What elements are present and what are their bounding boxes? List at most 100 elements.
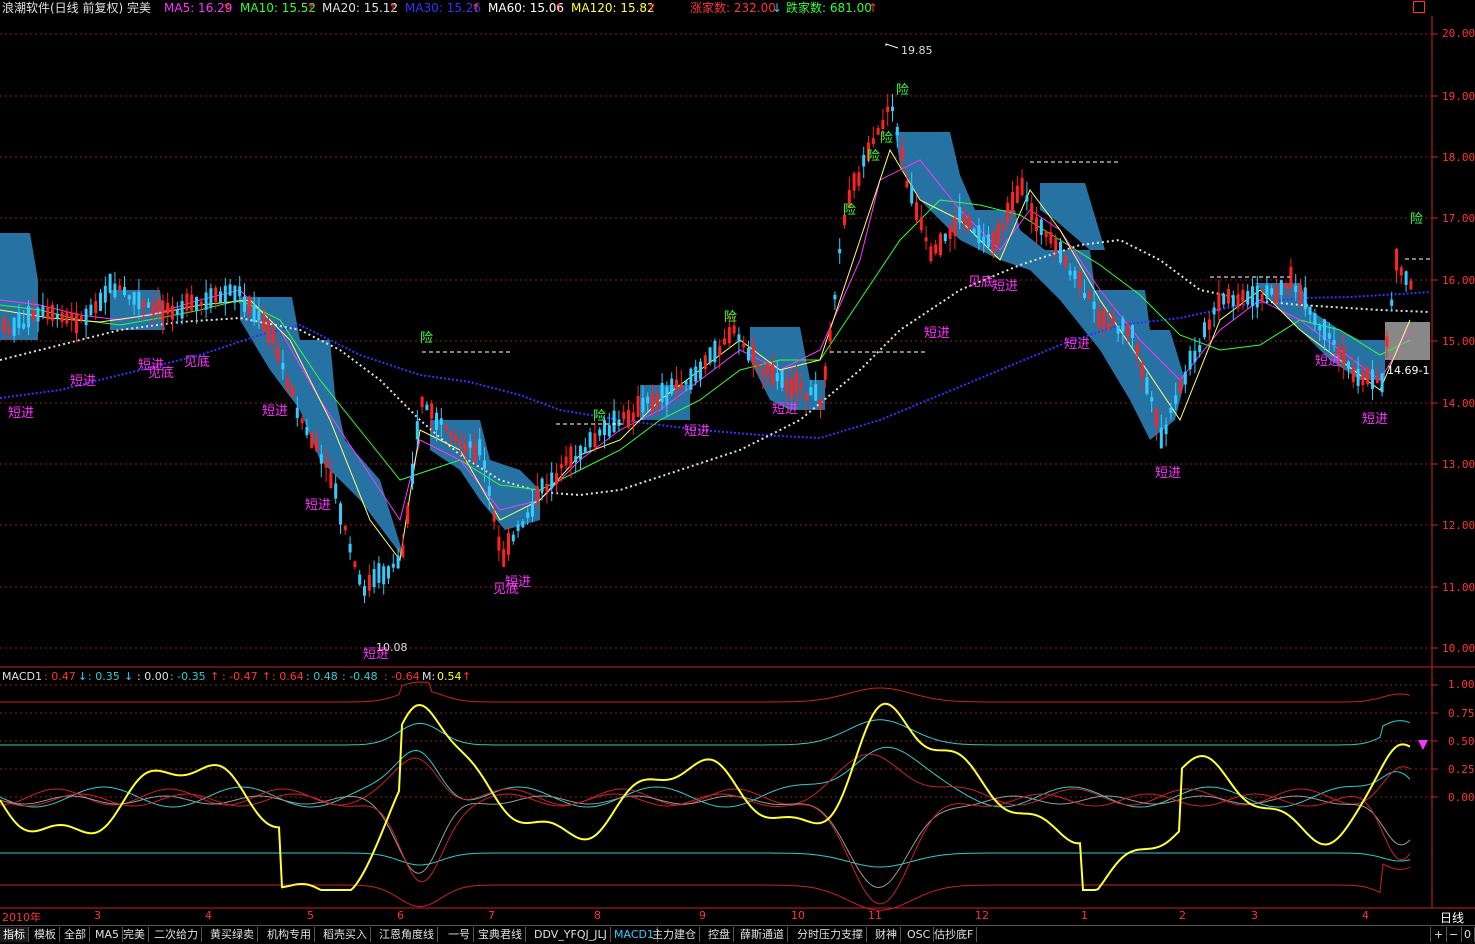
candle-body bbox=[703, 355, 707, 370]
candle-body bbox=[1097, 311, 1101, 329]
candle-body bbox=[27, 306, 30, 328]
candle-body bbox=[353, 561, 357, 568]
candle-body bbox=[775, 373, 779, 382]
tab-perfect[interactable]: 完美 bbox=[120, 927, 149, 942]
candle-body bbox=[473, 443, 477, 462]
candle-body bbox=[1020, 177, 1024, 196]
candle-body bbox=[943, 233, 947, 242]
candle-body bbox=[886, 106, 890, 113]
tab-xues-channel[interactable]: 薛斯通道 bbox=[737, 927, 788, 942]
candle-body bbox=[727, 327, 731, 344]
candle-body bbox=[1260, 293, 1264, 303]
tab-second-boost[interactable]: 二次给力 bbox=[151, 927, 202, 942]
tab-osc[interactable]: OSC bbox=[904, 927, 935, 942]
candle-body bbox=[689, 368, 693, 390]
candle-body bbox=[1231, 295, 1235, 307]
candle-body bbox=[195, 296, 198, 311]
tab-ddv[interactable]: DDV_YFQJ_JLJ bbox=[531, 927, 611, 942]
high-marker bbox=[885, 43, 899, 49]
candle-body bbox=[127, 295, 131, 300]
candle-body bbox=[982, 236, 986, 244]
signal-short-entry: 短进 bbox=[684, 424, 711, 439]
candle-body bbox=[732, 325, 736, 334]
candle-body bbox=[12, 317, 16, 336]
candle-body bbox=[36, 307, 40, 322]
candle-body bbox=[1155, 408, 1158, 427]
macd-arrow-1: ↓ bbox=[78, 670, 88, 683]
candle-body bbox=[1299, 285, 1302, 304]
candle-body bbox=[1222, 293, 1226, 305]
candle-body bbox=[713, 340, 717, 363]
price-tick: 18.00 bbox=[1442, 151, 1475, 164]
tab-indicator[interactable]: 指标 bbox=[0, 927, 29, 942]
tab-gann-angle[interactable]: 江恩角度线 bbox=[376, 927, 438, 942]
candle-body bbox=[123, 287, 126, 296]
tab-all[interactable]: 全部 bbox=[61, 927, 90, 942]
candle-body bbox=[987, 234, 990, 248]
candle-body bbox=[679, 383, 683, 389]
candle-body bbox=[329, 470, 333, 489]
candle-body bbox=[94, 301, 98, 314]
candle-body bbox=[665, 386, 669, 405]
candle-body bbox=[70, 313, 74, 320]
tab-template[interactable]: 模板 bbox=[31, 927, 60, 942]
zoom-in-button[interactable]: + bbox=[1430, 927, 1448, 942]
tab-wealth-god[interactable]: 财神 bbox=[872, 927, 901, 942]
macd-tick: 0.00 bbox=[1448, 791, 1475, 804]
candle-body bbox=[1121, 318, 1125, 332]
candle-body bbox=[598, 429, 602, 436]
candle-body bbox=[1140, 362, 1144, 379]
tab-intraday-pressure[interactable]: 分时压力支撑 bbox=[794, 927, 867, 942]
candle-body bbox=[324, 460, 328, 468]
price-tick: 19.00 bbox=[1442, 90, 1475, 103]
candle-body bbox=[579, 445, 582, 460]
candle-body bbox=[1236, 294, 1240, 308]
candle-body bbox=[113, 283, 117, 298]
macd-tick: 0.25 bbox=[1448, 763, 1475, 776]
candle-body bbox=[1313, 313, 1317, 326]
tab-bottom-fishing[interactable]: 估抄底F bbox=[931, 927, 978, 942]
tab-control[interactable]: 控盘 bbox=[705, 927, 734, 942]
signal-short-entry: 短进 bbox=[8, 406, 35, 421]
candle-body bbox=[180, 301, 184, 319]
reset-button[interactable]: 0 bbox=[1461, 927, 1475, 942]
candle-body bbox=[967, 216, 971, 230]
candle-body bbox=[161, 300, 165, 321]
tab-number-one[interactable]: 一号 bbox=[445, 927, 474, 942]
candle-body bbox=[1078, 271, 1082, 288]
candle-body bbox=[214, 287, 218, 302]
candle-body bbox=[449, 432, 453, 437]
price-tick: 11.00 bbox=[1442, 581, 1475, 594]
candle-body bbox=[31, 310, 35, 320]
last-price-label: 14.69-1 bbox=[1387, 364, 1430, 377]
candle-body bbox=[699, 361, 702, 380]
candle-body bbox=[156, 299, 160, 312]
candle-body bbox=[348, 543, 352, 553]
candle-body bbox=[339, 503, 342, 525]
tab-daoke-buy[interactable]: 稻壳买入 bbox=[320, 927, 371, 942]
candle-body bbox=[723, 338, 726, 345]
candle-body bbox=[89, 304, 93, 316]
candle-body bbox=[852, 173, 856, 191]
candle-body bbox=[1179, 380, 1182, 393]
zoom-out-button[interactable]: − bbox=[1446, 927, 1463, 942]
candle-body bbox=[295, 407, 299, 418]
price-tick: 17.00 bbox=[1442, 212, 1475, 225]
tab-yellow-buy-green-sell[interactable]: 黄买绿卖 bbox=[207, 927, 258, 942]
candle-body bbox=[1111, 317, 1115, 325]
candle-body bbox=[511, 534, 515, 542]
macd-legend-bar: MACD1 : 0.47 ↓ : 0.35 ↓ : 0.00 : -0.35 ↑… bbox=[0, 670, 1430, 684]
candle-body bbox=[99, 292, 102, 311]
indicator-tab-bar: 指标 模板 全部 MA5 完美 二次给力 黄买绿卖 机构专用 稻壳买入 江恩角度… bbox=[0, 925, 1475, 944]
tab-ma5[interactable]: MA5 bbox=[92, 927, 124, 942]
candle-body bbox=[1063, 254, 1067, 267]
tab-baodian-line[interactable]: 宝典君线 bbox=[475, 927, 526, 942]
price-tick: 12.00 bbox=[1442, 519, 1475, 532]
tab-main-force[interactable]: 主力建仓 bbox=[649, 927, 700, 942]
tab-institutional[interactable]: 机构专用 bbox=[264, 927, 315, 942]
candle-body bbox=[627, 409, 630, 428]
period-label[interactable]: 日线 bbox=[1440, 909, 1464, 926]
candle-body bbox=[1399, 267, 1403, 276]
candle-body bbox=[574, 456, 578, 463]
candle-body bbox=[1404, 271, 1408, 285]
